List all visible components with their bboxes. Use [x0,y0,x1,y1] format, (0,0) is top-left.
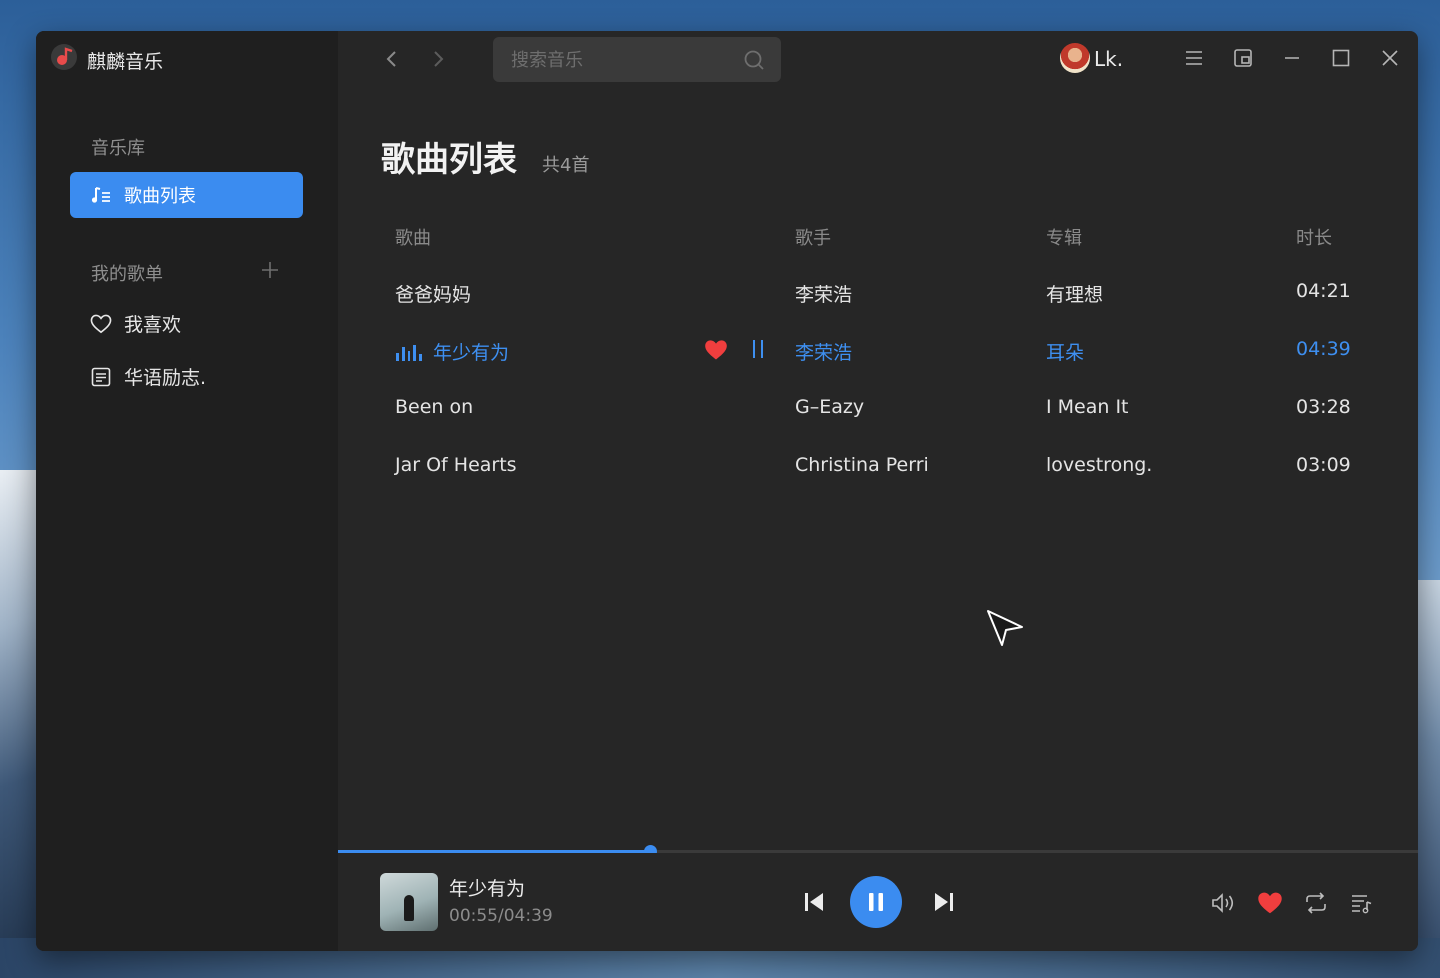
close-button[interactable] [1375,43,1405,73]
song-title: Jar Of Hearts [395,454,517,476]
sidebar-item-label: 我喜欢 [124,314,182,336]
back-button[interactable] [377,44,407,74]
song-duration: 03:09 [1296,454,1351,476]
column-header-album: 专辑 [1046,228,1082,249]
song-list-icon [90,184,112,206]
user-name[interactable]: Lk. [1094,47,1123,71]
heart-filled-icon [1258,892,1282,914]
sidebar: 麒麟音乐 音乐库 歌曲列表 我的歌单 我喜欢 华语励志. [36,31,338,951]
chevron-left-icon [386,51,396,67]
heart-outline-icon [90,313,112,335]
song-title: Been on [395,396,474,418]
app-logo-icon [51,44,77,70]
song-album[interactable]: I Mean It [1046,396,1129,418]
mini-mode-icon [1234,49,1252,67]
sidebar-item-song-list[interactable]: 歌曲列表 [70,172,303,218]
album-cover[interactable] [380,873,438,931]
menu-button[interactable] [1179,43,1209,73]
skip-next-icon [935,893,953,911]
repeat-mode-button[interactable] [1301,888,1331,918]
music-app-window: 麒麟音乐 音乐库 歌曲列表 我的歌单 我喜欢 华语励志. 搜索音乐 Lk. 歌曲… [36,31,1418,951]
song-artist[interactable]: 李荣浩 [795,338,852,365]
song-duration: 04:21 [1296,280,1351,302]
volume-icon [1212,893,1234,913]
row-pause-icon[interactable] [748,340,768,362]
search-input[interactable] [509,37,733,84]
song-album[interactable]: 有理想 [1046,280,1103,307]
play-queue-icon [1352,895,1372,914]
add-playlist-icon[interactable] [260,260,280,280]
user-avatar[interactable] [1060,43,1090,73]
menu-icon [1186,51,1202,65]
now-playing-title: 年少有为 [449,878,526,900]
maximize-button[interactable] [1326,43,1356,73]
song-title: 爸爸妈妈 [395,284,472,306]
my-playlists-label: 我的歌单 [91,264,163,285]
chevron-right-icon [434,51,444,67]
table-row[interactable]: 爸爸妈妈 李荣浩 有理想 04:21 [376,268,1376,318]
song-duration: 03:28 [1296,396,1351,418]
page-title: 歌曲列表 [381,140,517,180]
play-queue-button[interactable] [1347,888,1377,918]
sidebar-item-label: 歌曲列表 [124,186,196,207]
column-header-artist: 歌手 [795,228,831,249]
sidebar-item-favorites[interactable]: 我喜欢 [90,310,181,337]
mouse-cursor-icon [987,610,1023,646]
song-album[interactable]: 耳朵 [1046,338,1084,365]
song-artist[interactable]: 李荣浩 [795,280,852,307]
search-icon[interactable] [743,49,765,71]
column-header-duration: 时长 [1296,228,1332,249]
song-artist[interactable]: Christina Perri [795,454,929,476]
player-bar: 年少有为 00:55/04:39 [338,853,1418,951]
now-playing-time: 00:55/04:39 [449,906,553,926]
table-row-playing[interactable]: 年少有为 李荣浩 耳朵 04:39 [376,326,1376,376]
skip-previous-icon [805,893,823,911]
close-icon [1382,50,1398,66]
minimize-button[interactable] [1277,43,1307,73]
song-duration: 04:39 [1296,338,1351,360]
app-title: 麒麟音乐 [87,51,164,73]
table-row[interactable]: Been on G–Eazy I Mean It 03:28 [376,384,1376,434]
column-header-song: 歌曲 [395,228,431,249]
heart-filled-icon[interactable] [704,338,728,362]
song-title: 年少有为 [433,342,510,364]
previous-button[interactable] [798,886,830,918]
pause-icon [869,893,883,911]
maximize-icon [1332,49,1350,67]
forward-button[interactable] [423,44,453,74]
next-button[interactable] [928,886,960,918]
favorite-button[interactable] [1255,888,1285,918]
repeat-icon [1306,892,1326,914]
table-row[interactable]: Jar Of Hearts Christina Perri lovestrong… [376,442,1376,492]
volume-button[interactable] [1208,888,1238,918]
sidebar-item-label: 华语励志. [124,367,207,389]
mini-mode-button[interactable] [1228,43,1258,73]
equalizer-icon [396,343,422,361]
music-library-label: 音乐库 [91,138,145,159]
pause-button[interactable] [850,876,902,928]
song-album[interactable]: lovestrong. [1046,454,1152,476]
song-count: 共4首 [542,155,590,176]
search-box [493,37,781,84]
minimize-icon [1285,57,1299,59]
sidebar-item-playlist[interactable]: 华语励志. [90,363,206,390]
song-artist[interactable]: G–Eazy [795,396,864,418]
playlist-icon [90,366,112,388]
